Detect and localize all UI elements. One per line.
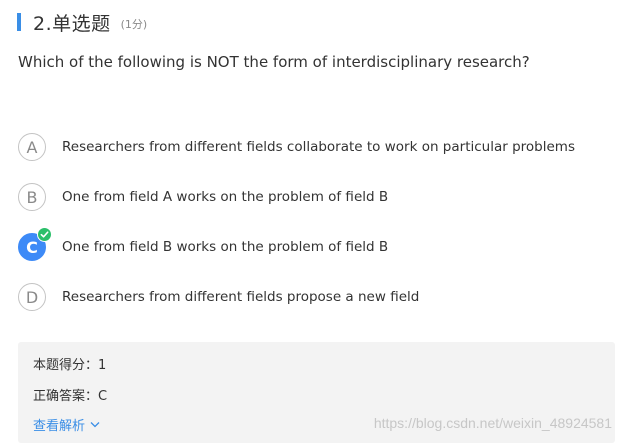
option-label: Researchers from different fields collab… [62,139,575,155]
question-number: 2.单选题 [33,12,111,35]
question-text: Which of the following is NOT the form o… [18,53,530,71]
option-letter-circle[interactable]: B [18,183,46,211]
option-letter-circle[interactable]: A [18,133,46,161]
view-analysis-label: 查看解析 [33,419,86,434]
chevron-down-icon [90,422,100,428]
question-header: 2.单选题 (1分) [17,10,148,35]
correct-answer-line: 正确答案：C [33,389,108,404]
view-analysis-link[interactable]: 查看解析 [33,415,100,434]
option-label: One from field A works on the problem of… [62,189,389,205]
option-a[interactable]: A Researchers from different fields coll… [18,132,575,162]
option-b[interactable]: B One from field A works on the problem … [18,182,388,212]
option-c[interactable]: C One from field B works on the problem … [18,227,389,262]
option-label: One from field B works on the problem of… [62,239,389,255]
option-letter: C [26,237,38,257]
option-d[interactable]: D Researchers from different fields prop… [18,282,419,312]
watermark: https://blog.csdn.net/weixin_48924581 [373,415,612,431]
question-score: (1分) [120,18,148,31]
option-letter-circle[interactable]: D [18,283,46,311]
accent-bar [17,13,21,31]
score-line: 本题得分：1 [33,358,107,373]
check-icon [37,227,52,242]
quiz-page: 2.单选题 (1分) Which of the following is NOT… [0,0,618,443]
option-letter-circle-selected[interactable]: C [18,227,52,261]
option-label: Researchers from different fields propos… [62,289,420,305]
